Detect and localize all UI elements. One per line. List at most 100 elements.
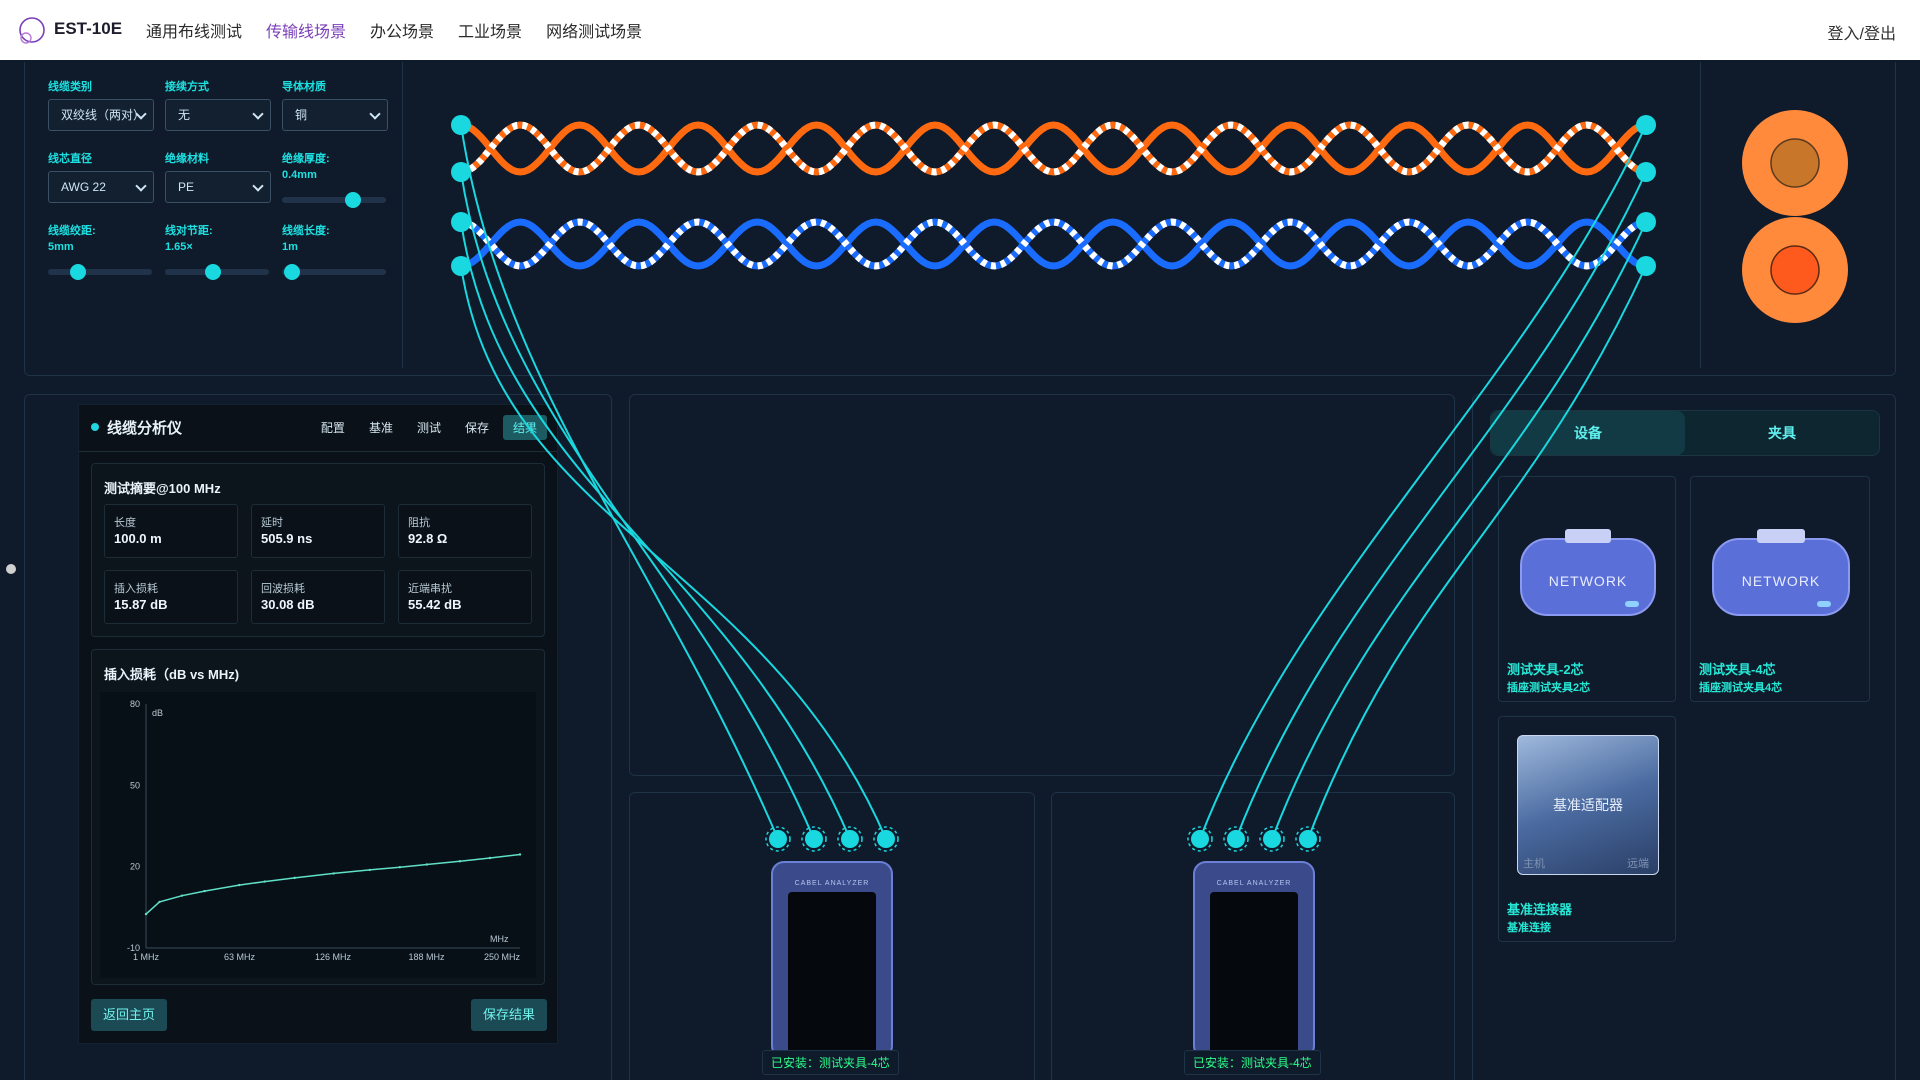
metric-key: 近端串扰 [408, 583, 452, 595]
chevron-down-icon [135, 180, 147, 192]
cable-length-value: 1m [282, 241, 298, 253]
nav-item-general[interactable]: 通用布线测试 [146, 18, 242, 42]
chevron-down-icon [252, 108, 264, 120]
data-point [293, 876, 296, 880]
device-card-reference-connector[interactable]: 基准适配器 主机 远端 基准连接器 基准连接 [1498, 716, 1676, 942]
cable-tester-right [1193, 861, 1315, 1058]
summary-title: 测试摘要@100 MHz [104, 481, 221, 496]
collapse-handle-icon[interactable] [6, 564, 16, 574]
app-root: EST-10E 通用布线测试 传输线场景 办公场景 工业场景 网络测试场景 登入… [0, 0, 1920, 1080]
analyzer-tabs: 配置 基准 测试 保存 结果 [311, 415, 547, 440]
connect-mode-select[interactable]: 无 [165, 99, 271, 131]
brand-title: EST-10E [54, 19, 123, 38]
x-axis-label: MHz [490, 934, 509, 944]
adapter-left-label: 主机 [1523, 858, 1545, 870]
save-results-button[interactable]: 保存结果 [470, 999, 547, 1031]
data-point [332, 872, 335, 875]
center-workspace [629, 394, 1455, 776]
network-fixture-icon [1712, 529, 1850, 616]
cable-type-value: 双绞线（两对） [61, 108, 146, 122]
lay-length-label: 线缆绞距: [48, 225, 96, 237]
conductor-select[interactable]: 铜 [282, 99, 388, 131]
analyzer-header-divider [79, 451, 557, 452]
insulation-thickness-value: 0.4mm [282, 169, 317, 181]
adapter-label: 基准适配器 [1553, 797, 1623, 813]
device-name: 测试夹具-4芯 [1699, 662, 1776, 677]
data-point [237, 883, 241, 887]
x-tick-label: 188 MHz [408, 952, 445, 962]
data-point [180, 894, 184, 897]
device-name: 基准连接器 [1507, 902, 1573, 917]
fixture-label: NETWORK [1548, 573, 1628, 589]
tab-baseline[interactable]: 基准 [359, 415, 403, 440]
tester-brand-text: CABEL ANALYZER [1216, 880, 1292, 887]
data-point [203, 889, 206, 893]
device-tabs: 设备 夹具 [1490, 410, 1880, 456]
slider-knob[interactable] [70, 264, 86, 280]
network-fixture-icon [1520, 529, 1656, 616]
x-tick-label: 63 MHz [224, 952, 256, 962]
y-tick-label: 80 [130, 699, 140, 709]
x-tick-label: 250 MHz [484, 952, 521, 962]
pair-pitch-slider[interactable] [165, 264, 269, 280]
data-point [458, 860, 462, 863]
metric-key: 延时 [261, 517, 283, 529]
data-point [488, 856, 492, 860]
tab-config[interactable]: 配置 [311, 415, 355, 440]
main-nav: 通用布线测试 传输线场景 办公场景 工业场景 网络测试场景 [146, 0, 642, 60]
cable-type-label: 线缆类别 [48, 81, 92, 93]
data-point [263, 880, 266, 883]
tab-devices[interactable]: 设备 [1491, 411, 1685, 455]
x-tick-label: 1 MHz [133, 952, 160, 962]
metric-value: 505.9 ns [261, 531, 313, 546]
tab-save[interactable]: 保存 [455, 415, 499, 440]
metric-delay: 延时 505.9 ns [251, 504, 385, 558]
core-diameter-select[interactable]: AWG 22 [48, 171, 154, 203]
metric-impedance: 阻抗 92.8 Ω [398, 504, 532, 558]
insulation-material-value: PE [178, 180, 195, 194]
y-tick-label: 50 [130, 780, 140, 790]
cable-cross-section [1742, 110, 1848, 323]
device-card-fixture-2core[interactable]: NETWORK 测试夹具-2芯 插座测试夹具2芯 [1498, 476, 1676, 702]
core-diameter-value: AWG 22 [61, 180, 106, 194]
metric-value: 92.8 Ω [408, 531, 448, 546]
conductor-label: 导体材质 [282, 81, 326, 93]
chevron-down-icon [252, 180, 264, 192]
tester-brand-text: CABEL ANALYZER [794, 880, 870, 887]
metric-value: 55.42 dB [408, 597, 462, 612]
insulation-material-select[interactable]: PE [165, 171, 271, 203]
chart-title: 插入损耗（dB vs MHz) [104, 667, 240, 682]
core-diameter-label: 线芯直径 [48, 153, 92, 165]
slider-knob[interactable] [204, 264, 221, 280]
metric-value: 15.87 dB [114, 597, 168, 612]
orange-core-inner [1770, 138, 1820, 188]
tester-screen [1210, 892, 1298, 1058]
nav-item-office[interactable]: 办公场景 [370, 18, 434, 42]
cable-length-slider[interactable] [282, 264, 386, 280]
cable-type-select[interactable]: 双绞线（两对） [48, 99, 154, 131]
tab-fixtures[interactable]: 夹具 [1685, 411, 1879, 455]
tester-screen [788, 892, 876, 1058]
device-card-fixture-4core[interactable]: NETWORK 测试夹具-4芯 插座测试夹具4芯 [1690, 476, 1870, 702]
slider-knob[interactable] [283, 264, 300, 280]
tester-status-left: 已安装：测试夹具-4芯 [762, 1050, 899, 1075]
nav-item-network[interactable]: 网络测试场景 [546, 18, 642, 42]
device-sub: 基准连接 [1507, 922, 1551, 934]
summary-card: 测试摘要@100 MHz 长度 100.0 m 延时 505.9 ns 阻抗 92.8… [91, 463, 545, 637]
login-link[interactable]: 登入/登出 [1828, 20, 1896, 44]
tab-results[interactable]: 结果 [502, 415, 547, 440]
insulation-thickness-slider[interactable] [282, 192, 386, 208]
y-axis-label: dB [152, 708, 163, 718]
pair-pitch-value: 1.65× [165, 241, 193, 253]
data-point [518, 853, 522, 856]
conductor-value: 铜 [295, 108, 308, 122]
cable-analyzer: 线缆分析仪 配置 基准 测试 保存 结果 测试摘要@100 MHz 长度 100.… [78, 404, 558, 1044]
nav-item-industrial[interactable]: 工业场景 [458, 18, 522, 42]
lay-length-slider[interactable] [48, 264, 152, 280]
metric-return-loss: 回波损耗 30.08 dB [251, 570, 385, 624]
data-point [398, 866, 402, 869]
status-dot [91, 423, 99, 431]
nav-item-transmission[interactable]: 传输线场景 [266, 18, 346, 42]
back-home-button[interactable]: 返回主页 [91, 999, 168, 1031]
tab-test[interactable]: 测试 [407, 415, 451, 440]
